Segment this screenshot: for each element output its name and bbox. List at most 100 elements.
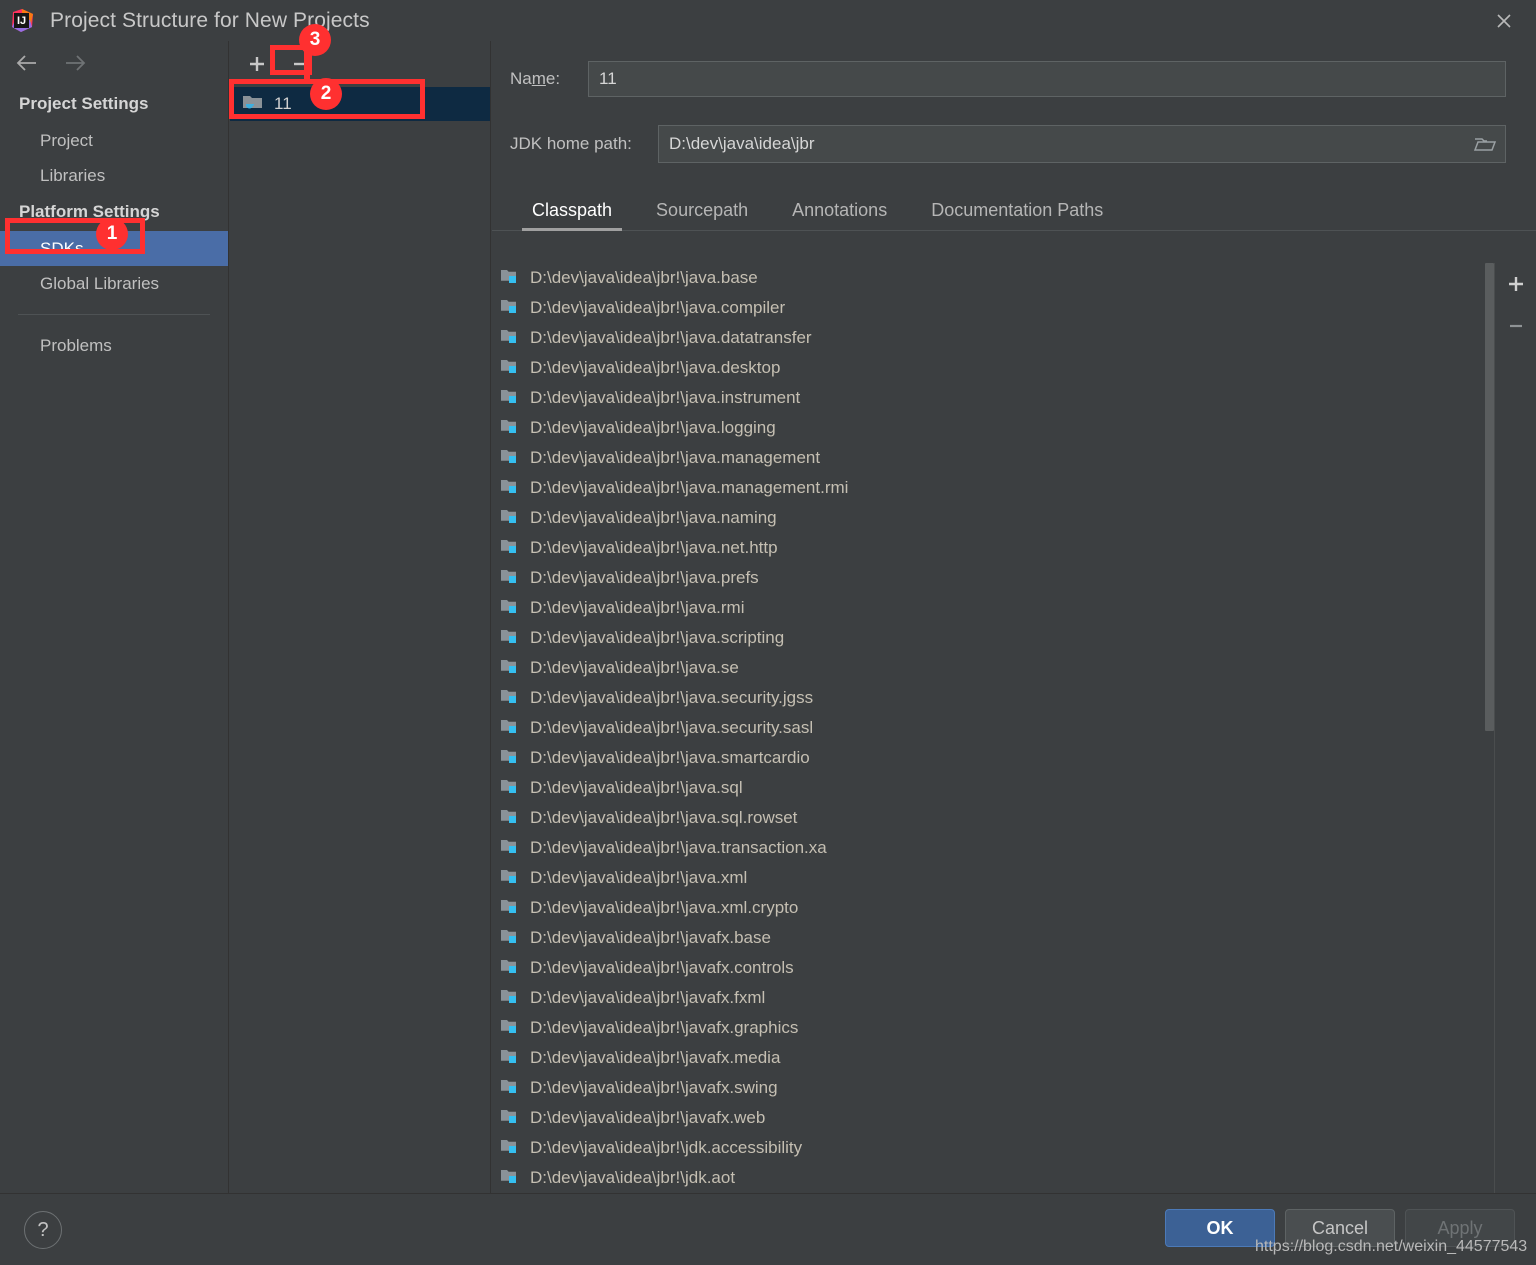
classpath-scrollbar-thumb[interactable] — [1485, 263, 1494, 731]
tab-sourcepath[interactable]: Sourcepath — [634, 200, 770, 230]
classpath-row[interactable]: D:\dev\java\idea\jbr!\javafx.swing — [492, 1073, 1494, 1103]
classpath-row[interactable]: D:\dev\java\idea\jbr!\java.xml — [492, 863, 1494, 893]
classpath-row-label: D:\dev\java\idea\jbr!\java.scripting — [530, 628, 785, 647]
classpath-row[interactable]: D:\dev\java\idea\jbr!\java.logging — [492, 413, 1494, 443]
classpath-row[interactable]: D:\dev\java\idea\jbr!\jdk.aot — [492, 1163, 1494, 1193]
classpath-row[interactable]: D:\dev\java\idea\jbr!\java.sql — [492, 773, 1494, 803]
jdk-home-path-label: JDK home path: — [510, 134, 632, 153]
classpath-row[interactable]: D:\dev\java\idea\jbr!\java.management.rm… — [492, 473, 1494, 503]
jar-folder-icon — [500, 447, 520, 470]
classpath-row-label: D:\dev\java\idea\jbr!\javafx.graphics — [530, 1018, 799, 1037]
classpath-row[interactable]: D:\dev\java\idea\jbr!\java.smartcardio — [492, 743, 1494, 773]
classpath-area: D:\dev\java\idea\jbr!\java.base D:\dev\ja… — [492, 263, 1536, 1237]
name-input[interactable] — [588, 61, 1506, 97]
classpath-row[interactable]: D:\dev\java\idea\jbr!\jdk.accessibility — [492, 1133, 1494, 1163]
jar-folder-icon — [500, 597, 520, 620]
jar-folder-icon — [500, 627, 520, 650]
arrow-left-icon[interactable] — [12, 51, 42, 75]
classpath-row-label: D:\dev\java\idea\jbr!\jdk.aot — [530, 1168, 736, 1187]
classpath-side-buttons — [1494, 263, 1536, 1237]
classpath-row[interactable]: D:\dev\java\idea\jbr!\java.security.jgss — [492, 683, 1494, 713]
jar-folder-icon — [500, 1047, 520, 1070]
classpath-row[interactable]: D:\dev\java\idea\jbr!\java.instrument — [492, 383, 1494, 413]
plus-icon[interactable] — [242, 51, 272, 77]
close-icon[interactable] — [1490, 8, 1518, 34]
help-button[interactable]: ? — [24, 1211, 62, 1249]
folder-open-icon[interactable] — [1465, 126, 1505, 162]
jar-folder-icon — [500, 687, 520, 710]
classpath-row-label: D:\dev\java\idea\jbr!\javafx.fxml — [530, 988, 766, 1007]
classpath-row-label: D:\dev\java\idea\jbr!\java.base — [530, 268, 758, 287]
classpath-remove-minus-icon[interactable] — [1495, 305, 1536, 347]
classpath-row[interactable]: D:\dev\java\idea\jbr!\java.desktop — [492, 353, 1494, 383]
sdk-list-item-11[interactable]: 11 — [230, 87, 490, 121]
jdk-home-path-wrap — [658, 125, 1506, 163]
classpath-row-label: D:\dev\java\idea\jbr!\java.datatransfer — [530, 328, 812, 347]
sdk-list-panel: 11 — [230, 41, 491, 1193]
sidebar-item-global-libraries[interactable]: Global Libraries — [0, 266, 228, 301]
classpath-row-label: D:\dev\java\idea\jbr!\java.prefs — [530, 568, 759, 587]
annotation-badge-3: 3 — [299, 24, 331, 56]
sidebar-item-libraries[interactable]: Libraries — [0, 158, 228, 193]
classpath-add-plus-icon[interactable] — [1495, 263, 1536, 305]
sidebar-item-problems[interactable]: Problems — [0, 328, 228, 363]
arrow-right-icon[interactable] — [60, 51, 90, 75]
classpath-row[interactable]: D:\dev\java\idea\jbr!\java.scripting — [492, 623, 1494, 653]
jar-folder-icon — [500, 477, 520, 500]
classpath-row-label: D:\dev\java\idea\jbr!\java.sql — [530, 778, 743, 797]
classpath-list[interactable]: D:\dev\java\idea\jbr!\java.base D:\dev\ja… — [492, 263, 1494, 1237]
jar-folder-icon — [500, 417, 520, 440]
tab-annotations[interactable]: Annotations — [770, 200, 909, 230]
classpath-row[interactable]: D:\dev\java\idea\jbr!\javafx.web — [492, 1103, 1494, 1133]
classpath-row[interactable]: D:\dev\java\idea\jbr!\javafx.media — [492, 1043, 1494, 1073]
jdk-home-path-input[interactable] — [659, 126, 1465, 162]
jar-folder-icon — [500, 357, 520, 380]
classpath-row[interactable]: D:\dev\java\idea\jbr!\javafx.graphics — [492, 1013, 1494, 1043]
classpath-row[interactable]: D:\dev\java\idea\jbr!\javafx.base — [492, 923, 1494, 953]
navigation-arrows — [0, 41, 228, 85]
classpath-row-label: D:\dev\java\idea\jbr!\javafx.swing — [530, 1078, 778, 1097]
sidebar-item-project[interactable]: Project — [0, 123, 228, 158]
name-field-label: Name: — [510, 69, 561, 88]
classpath-row[interactable]: D:\dev\java\idea\jbr!\java.rmi — [492, 593, 1494, 623]
classpath-row[interactable]: D:\dev\java\idea\jbr!\java.naming — [492, 503, 1494, 533]
sdk-detail-panel: Name: JDK home path: Classpath Sourcepat… — [492, 41, 1536, 1237]
classpath-row[interactable]: D:\dev\java\idea\jbr!\java.base — [492, 263, 1494, 293]
jar-folder-icon — [500, 927, 520, 950]
classpath-row-label: D:\dev\java\idea\jbr!\java.transaction.x… — [530, 838, 827, 857]
classpath-row-label: D:\dev\java\idea\jbr!\javafx.controls — [530, 958, 794, 977]
classpath-row[interactable]: D:\dev\java\idea\jbr!\java.compiler — [492, 293, 1494, 323]
classpath-row[interactable]: D:\dev\java\idea\jbr!\java.net.http — [492, 533, 1494, 563]
jar-folder-icon — [500, 837, 520, 860]
classpath-row[interactable]: D:\dev\java\idea\jbr!\java.security.sasl — [492, 713, 1494, 743]
classpath-row[interactable]: D:\dev\java\idea\jbr!\javafx.fxml — [492, 983, 1494, 1013]
jar-folder-icon — [500, 387, 520, 410]
classpath-row-label: D:\dev\java\idea\jbr!\java.rmi — [530, 598, 745, 617]
title-bar: IJ Project Structure for New Projects — [0, 0, 1536, 41]
classpath-row[interactable]: D:\dev\java\idea\jbr!\java.datatransfer — [492, 323, 1494, 353]
jar-folder-icon — [500, 1077, 520, 1100]
classpath-row-label: D:\dev\java\idea\jbr!\javafx.media — [530, 1048, 781, 1067]
detail-tabs: Classpath Sourcepath Annotations Documen… — [492, 191, 1536, 231]
classpath-row[interactable]: D:\dev\java\idea\jbr!\java.sql.rowset — [492, 803, 1494, 833]
jar-folder-icon — [500, 267, 520, 290]
tab-classpath[interactable]: Classpath — [510, 200, 634, 231]
jar-folder-icon — [500, 777, 520, 800]
classpath-row-label: D:\dev\java\idea\jbr!\jdk.accessibility — [530, 1138, 803, 1157]
classpath-row[interactable]: D:\dev\java\idea\jbr!\java.transaction.x… — [492, 833, 1494, 863]
classpath-scrollbar[interactable] — [1483, 263, 1494, 1237]
classpath-row[interactable]: D:\dev\java\idea\jbr!\java.prefs — [492, 563, 1494, 593]
tab-documentation-paths[interactable]: Documentation Paths — [909, 200, 1125, 230]
jar-folder-icon — [500, 1137, 520, 1160]
classpath-row-label: D:\dev\java\idea\jbr!\java.desktop — [530, 358, 781, 377]
classpath-row[interactable]: D:\dev\java\idea\jbr!\java.xml.crypto — [492, 893, 1494, 923]
classpath-row-label: D:\dev\java\idea\jbr!\java.management — [530, 448, 821, 467]
sdk-toolbar — [230, 41, 490, 87]
jar-folder-icon — [500, 537, 520, 560]
classpath-row[interactable]: D:\dev\java\idea\jbr!\java.se — [492, 653, 1494, 683]
classpath-row-label: D:\dev\java\idea\jbr!\java.security.jgss — [530, 688, 814, 707]
classpath-row[interactable]: D:\dev\java\idea\jbr!\javafx.controls — [492, 953, 1494, 983]
jar-folder-icon — [500, 1107, 520, 1130]
classpath-row-label: D:\dev\java\idea\jbr!\java.xml.crypto — [530, 898, 799, 917]
classpath-row[interactable]: D:\dev\java\idea\jbr!\java.management — [492, 443, 1494, 473]
